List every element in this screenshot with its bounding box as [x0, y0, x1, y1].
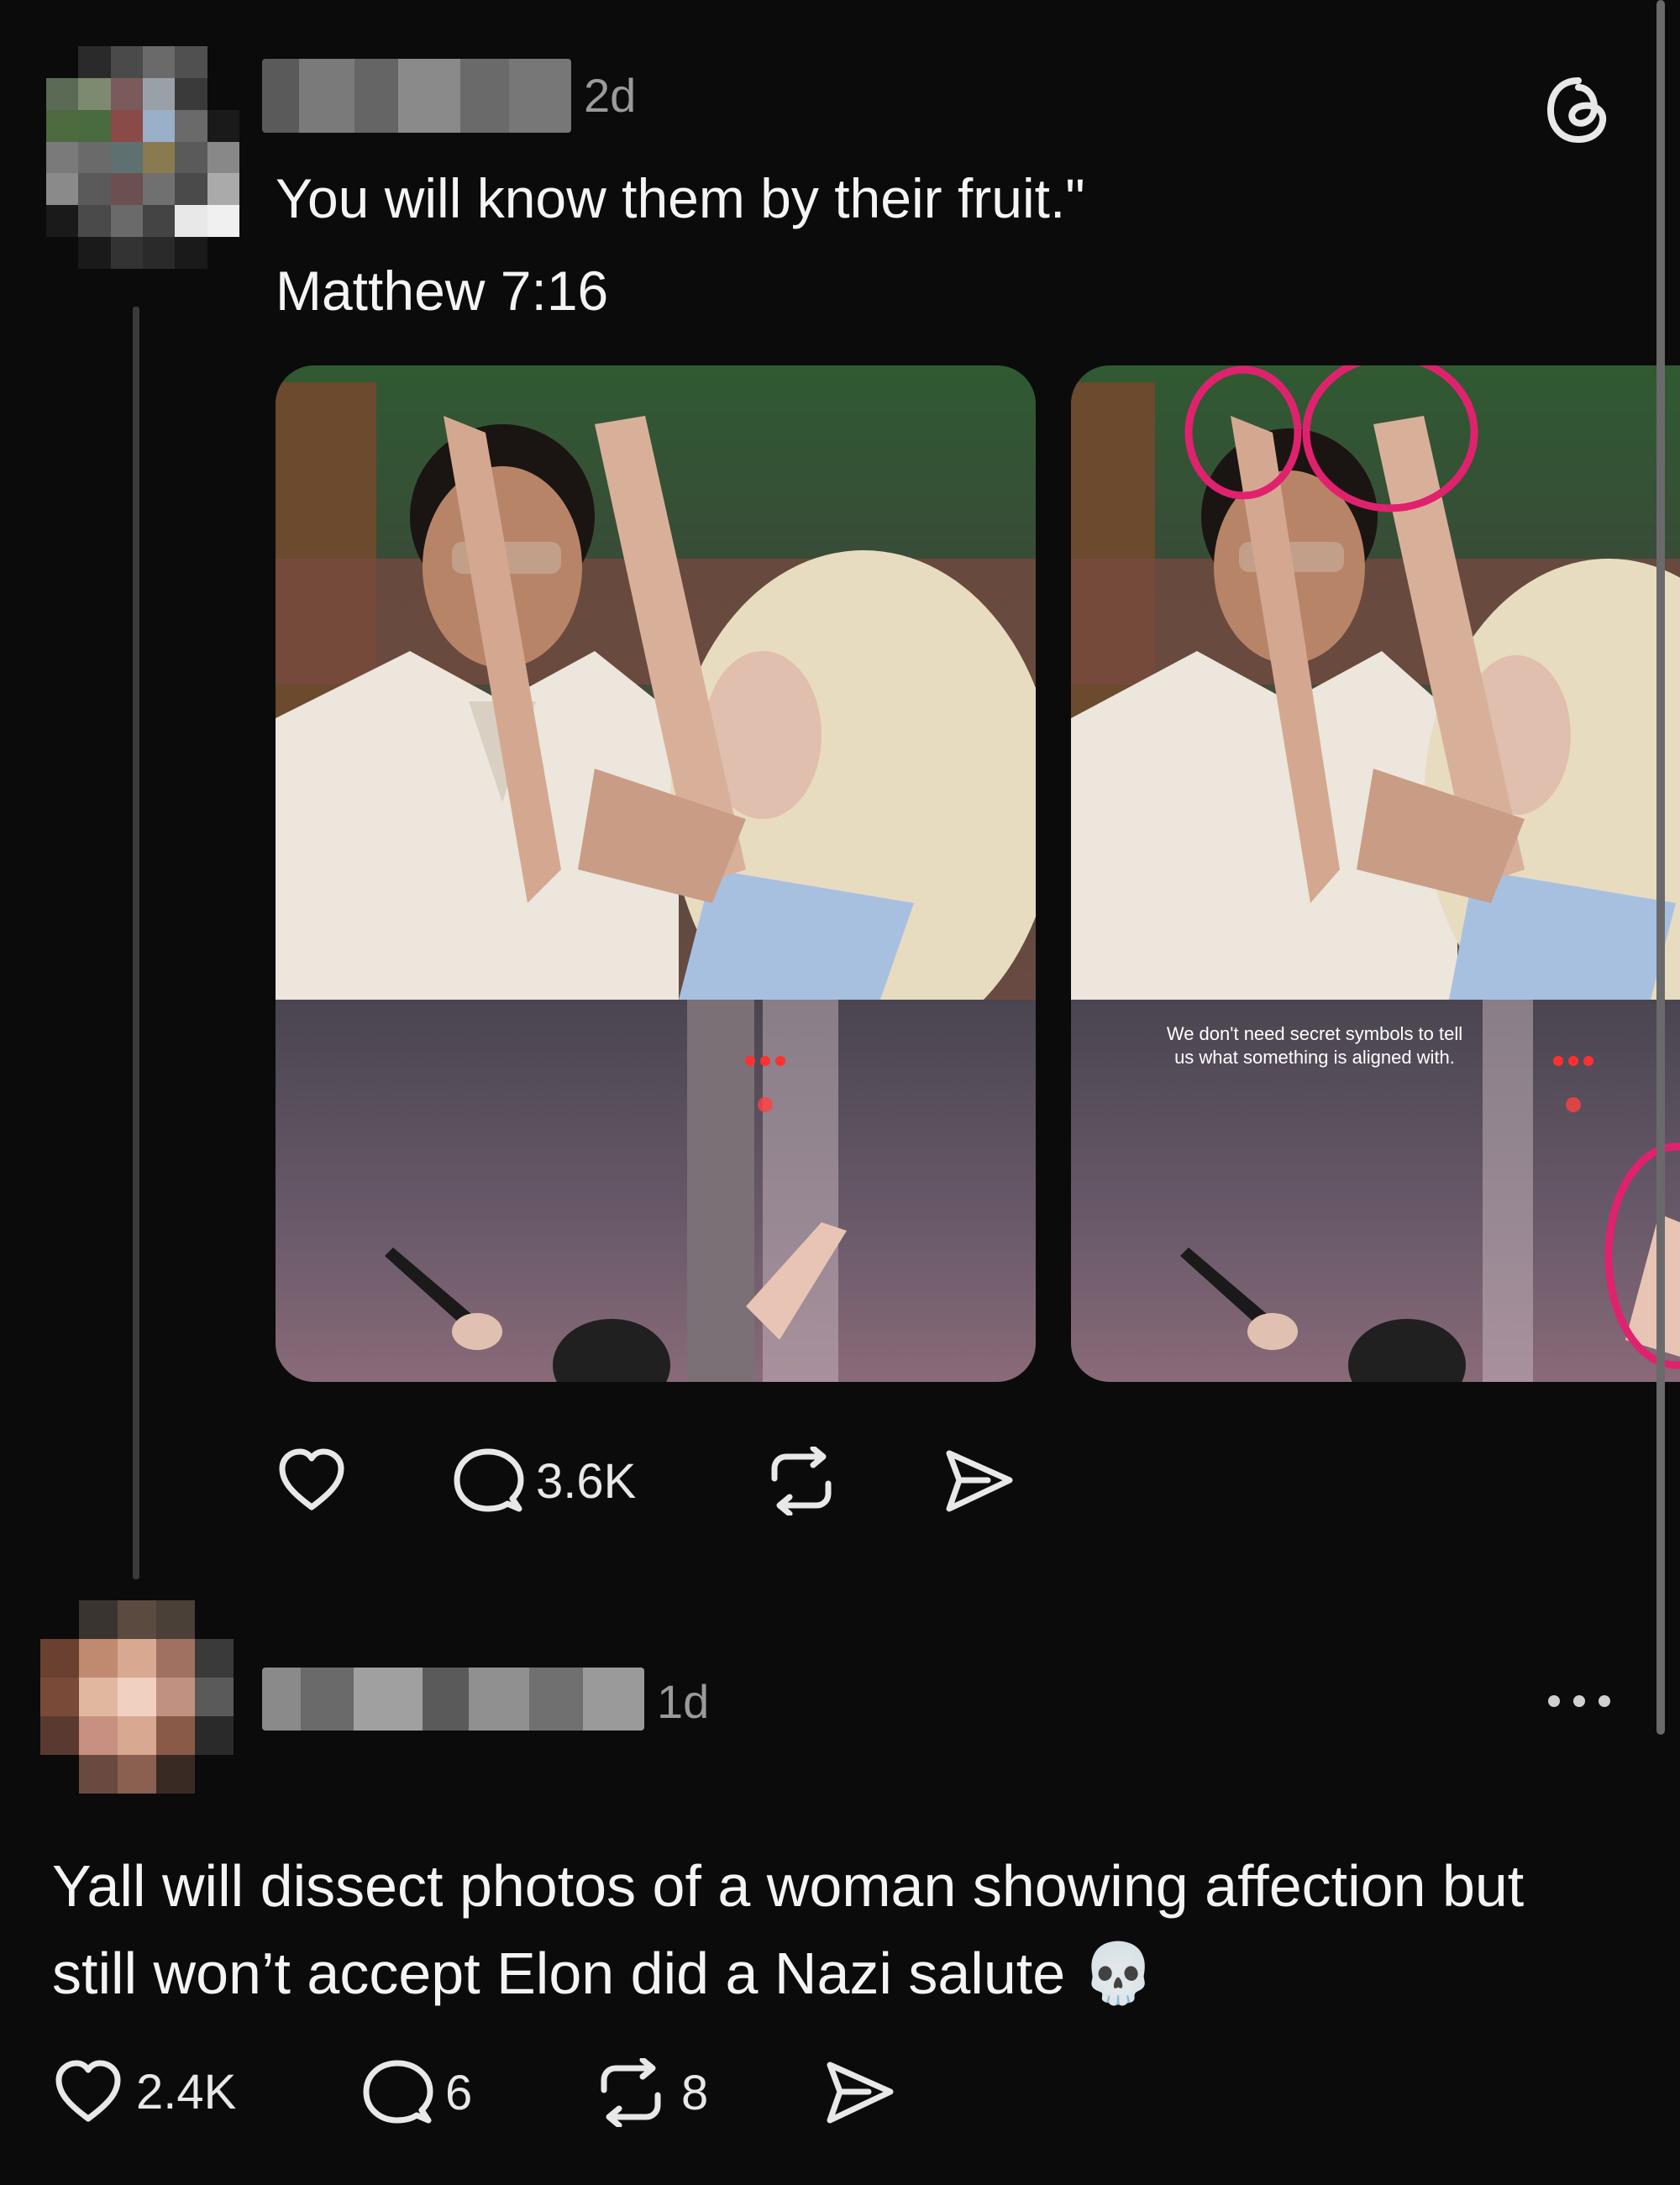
- repost-icon: [771, 1447, 832, 1515]
- reply-share-button[interactable]: [823, 2058, 897, 2127]
- photo-illustration-2: [1071, 365, 1680, 1382]
- post-share-button[interactable]: [942, 1447, 1016, 1515]
- post-repost-button[interactable]: [763, 1447, 840, 1515]
- heart-icon: [55, 2060, 121, 2122]
- reply-username[interactable]: [262, 1668, 644, 1731]
- reply-text-line2: still won’t accept Elon did a Nazi salut…: [52, 1941, 1155, 2006]
- thread-line: [133, 307, 139, 1579]
- more-horizontal-icon[interactable]: [1544, 1689, 1614, 1714]
- photo-illustration-1: [276, 365, 1036, 1382]
- avatar[interactable]: [46, 46, 239, 269]
- comment-count: 3.6K: [536, 1453, 637, 1509]
- share-icon: [946, 1450, 1013, 1512]
- image-2-caption: We don't need secret symbols to tell us …: [1166, 1023, 1463, 1068]
- reply-comment-count: 6: [445, 2065, 473, 2120]
- reply-comment-button[interactable]: 6: [361, 2058, 472, 2127]
- post-comment-button[interactable]: 3.6K: [452, 1447, 636, 1515]
- post-image-2[interactable]: We don't need secret symbols to tell us …: [1071, 365, 1680, 1382]
- reply-avatar[interactable]: [40, 1600, 234, 1794]
- post-text-line2: Matthew 7:16: [276, 260, 609, 322]
- reply-like-count: 2.4K: [136, 2064, 237, 2119]
- reply-repost-button[interactable]: 8: [592, 2058, 708, 2127]
- post-text-line1: You will know them by their fruit.": [276, 167, 1085, 229]
- username[interactable]: [262, 59, 571, 133]
- reply-repost-count: 8: [681, 2065, 709, 2120]
- post-image-1[interactable]: [276, 365, 1036, 1382]
- reply-like-button[interactable]: 2.4K: [52, 2058, 236, 2125]
- reply-timestamp: 1d: [657, 1675, 710, 1728]
- share-icon: [827, 2062, 894, 2124]
- heart-icon: [279, 1448, 344, 1510]
- threads-logo-icon[interactable]: [1542, 74, 1614, 146]
- scrollbar[interactable]: [1656, 0, 1665, 1735]
- comment-icon: [454, 1448, 524, 1512]
- reply-text-line1: Yall will dissect photos of a woman show…: [52, 1853, 1525, 1919]
- post-like-button[interactable]: [276, 1447, 348, 1514]
- post-timestamp: 2d: [584, 69, 637, 122]
- comment-icon: [363, 2060, 433, 2124]
- repost-icon: [601, 2058, 661, 2127]
